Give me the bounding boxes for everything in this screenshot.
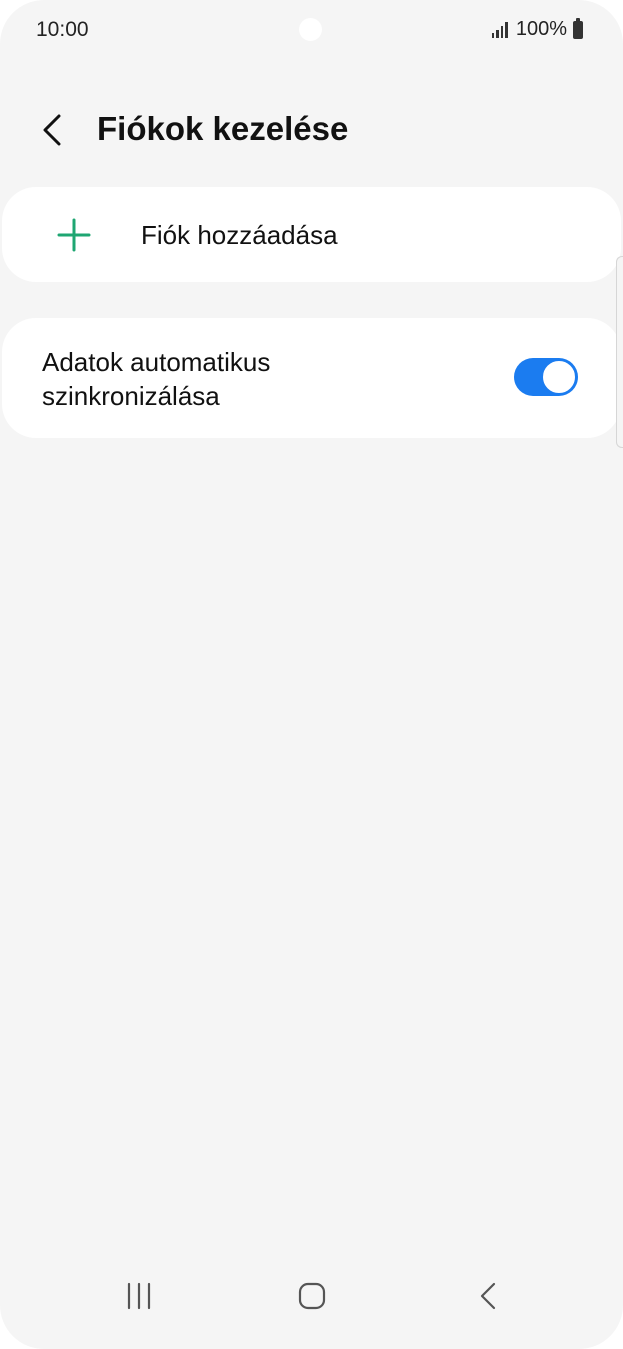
back-icon[interactable] [474,1281,504,1311]
auto-sync-label: Adatok automatikus szinkronizálása [42,347,271,411]
chevron-left-icon[interactable] [38,110,68,150]
camera-cutout [299,18,322,41]
screen: 10:00 100% Fiókok kezelése Fiók hozzáadá… [0,0,623,1349]
battery-percent: 100% [515,18,567,40]
navigation-bar [0,1259,623,1349]
page-title: Fiókok kezelése [97,110,349,147]
header: Fiókok kezelése [0,100,623,160]
add-account-button[interactable]: Fiók hozzáadása [2,187,621,282]
status-time: 10:00 [36,18,89,41]
auto-sync-toggle[interactable] [514,358,578,396]
home-icon[interactable] [297,1281,327,1311]
recents-icon[interactable] [124,1281,154,1311]
add-account-label: Fiók hozzáadása [141,220,338,250]
auto-sync-row[interactable]: Adatok automatikus szinkronizálása [2,318,621,438]
toggle-knob [541,359,577,395]
status-bar: 10:00 100% [0,0,623,62]
signal-icon [491,21,508,38]
status-indicators: 100% [491,17,583,41]
scroll-indicator[interactable] [616,256,623,448]
plus-icon [57,218,91,252]
battery-icon [573,17,583,39]
